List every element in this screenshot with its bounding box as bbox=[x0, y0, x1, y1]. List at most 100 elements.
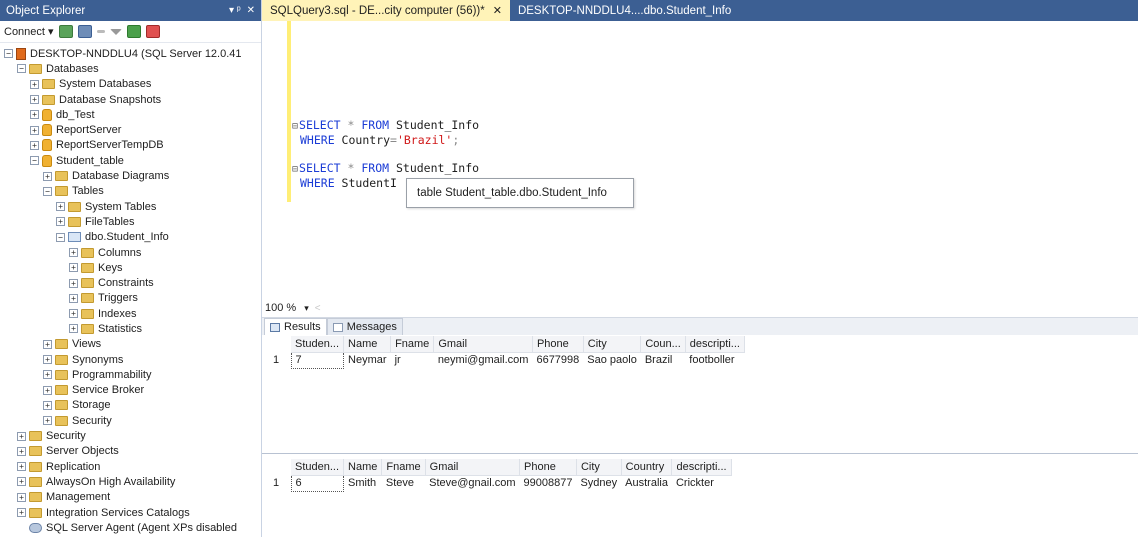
expand-icon[interactable]: + bbox=[17, 446, 26, 456]
tree-node[interactable]: + Management bbox=[0, 490, 261, 505]
expand-icon[interactable]: + bbox=[69, 278, 78, 288]
tree-node[interactable]: + Triggers bbox=[0, 291, 261, 306]
tree-node[interactable]: − DESKTOP-NNDDLU4 (SQL Server 12.0.41 bbox=[0, 46, 261, 61]
grid-cell[interactable]: 6 bbox=[290, 474, 345, 492]
column-header[interactable]: descripti... bbox=[685, 336, 745, 353]
expand-icon[interactable]: + bbox=[30, 125, 39, 135]
column-header[interactable]: Studen... bbox=[291, 336, 345, 353]
expand-icon[interactable]: + bbox=[17, 462, 26, 472]
zoom-dropdown-icon[interactable]: ▾ bbox=[304, 303, 309, 314]
column-header[interactable]: Studen... bbox=[291, 459, 345, 476]
collapse-icon[interactable]: − bbox=[43, 186, 52, 196]
grid-cell[interactable]: Brazil bbox=[641, 352, 685, 368]
tree-node[interactable]: + Programmability bbox=[0, 367, 261, 382]
tree-node[interactable]: + System Databases bbox=[0, 77, 261, 92]
column-header[interactable]: Coun... bbox=[640, 336, 686, 353]
column-header[interactable]: Fname bbox=[390, 336, 435, 353]
grid-cell[interactable]: Neymar bbox=[344, 352, 391, 368]
grid-cell[interactable]: Australia bbox=[621, 475, 672, 491]
grid-cell[interactable]: Steve@gnail.com bbox=[425, 475, 519, 491]
collapse-icon[interactable]: − bbox=[17, 64, 26, 74]
column-header[interactable]: Fname bbox=[381, 459, 426, 476]
tab-messages[interactable]: Messages bbox=[326, 318, 403, 335]
tree-node[interactable]: + AlwaysOn High Availability bbox=[0, 474, 261, 489]
table-row[interactable]: 1 7 Neymar jr neymi@gmail.com 6677998 Sa… bbox=[273, 351, 744, 369]
tab-student-info[interactable]: DESKTOP-NNDDLU4....dbo.Student_Info bbox=[510, 0, 739, 21]
tree-node[interactable]: + Security bbox=[0, 413, 261, 428]
grid-cell[interactable]: Crickter bbox=[672, 475, 731, 491]
expand-icon[interactable]: + bbox=[30, 95, 39, 105]
expand-icon[interactable]: + bbox=[43, 171, 52, 181]
tree-node[interactable]: + System Tables bbox=[0, 199, 261, 214]
stop-icon[interactable] bbox=[96, 30, 105, 33]
disconnect-icon[interactable] bbox=[77, 25, 92, 38]
expand-icon[interactable]: + bbox=[17, 477, 26, 487]
expand-icon[interactable]: + bbox=[69, 324, 78, 334]
column-header[interactable]: Gmail bbox=[433, 336, 533, 353]
tree-node[interactable]: + Storage bbox=[0, 398, 261, 413]
expand-icon[interactable]: + bbox=[30, 140, 39, 150]
expand-icon[interactable]: + bbox=[43, 385, 52, 395]
expand-icon[interactable]: + bbox=[43, 370, 52, 380]
tree-node[interactable]: + Server Objects bbox=[0, 444, 261, 459]
tree-node[interactable]: + Statistics bbox=[0, 321, 261, 336]
column-header[interactable]: Phone bbox=[532, 336, 584, 353]
tree-node[interactable]: + ReportServerTempDB bbox=[0, 138, 261, 153]
grid-cell[interactable]: 7 bbox=[290, 351, 345, 369]
grid-cell[interactable]: 6677998 bbox=[532, 352, 583, 368]
zoom-level[interactable]: 100 % bbox=[265, 302, 296, 314]
collapse-icon[interactable]: ⊟ bbox=[292, 121, 298, 132]
tree-node[interactable]: − Tables bbox=[0, 184, 261, 199]
expand-icon[interactable]: + bbox=[69, 248, 78, 257]
tree-node[interactable]: SQL Server Agent (Agent XPs disabled bbox=[0, 520, 261, 535]
collapse-icon[interactable]: − bbox=[56, 232, 65, 242]
expand-icon[interactable]: + bbox=[69, 263, 78, 273]
expand-icon[interactable]: + bbox=[43, 416, 52, 426]
grid-cell[interactable]: footboller bbox=[685, 352, 744, 368]
expand-icon[interactable]: + bbox=[17, 508, 26, 518]
table-row[interactable]: 1 6 Smith Steve Steve@gnail.com 99008877… bbox=[273, 474, 731, 492]
column-header[interactable]: Country bbox=[621, 459, 673, 476]
expand-icon[interactable]: + bbox=[30, 79, 39, 89]
close-tab-icon[interactable]: ✕ bbox=[493, 4, 502, 17]
tree-node[interactable]: + ReportServer bbox=[0, 122, 261, 137]
expand-icon[interactable]: + bbox=[69, 293, 78, 303]
collapse-icon[interactable]: − bbox=[4, 49, 13, 59]
expand-icon[interactable]: + bbox=[17, 492, 26, 502]
tree-node[interactable]: + Database Snapshots bbox=[0, 92, 261, 107]
tree-node[interactable]: + Security bbox=[0, 428, 261, 443]
tree-node[interactable]: − dbo.Student_Info bbox=[0, 230, 261, 245]
tree-node[interactable]: + db_Test bbox=[0, 107, 261, 122]
column-header[interactable]: City bbox=[583, 336, 642, 353]
tree-node[interactable]: + Synonyms bbox=[0, 352, 261, 367]
pin-icon[interactable]: ▾ ᵖ bbox=[229, 5, 241, 16]
expand-icon[interactable]: + bbox=[56, 202, 65, 212]
tree-node[interactable]: + Keys bbox=[0, 260, 261, 275]
column-header[interactable]: descripti... bbox=[671, 459, 732, 476]
tree-node[interactable]: + Views bbox=[0, 337, 261, 352]
column-header[interactable]: City bbox=[576, 459, 622, 476]
column-header[interactable]: Name bbox=[343, 459, 383, 476]
tree-node[interactable]: + Constraints bbox=[0, 275, 261, 290]
expand-icon[interactable]: + bbox=[43, 355, 52, 365]
scroll-left-icon[interactable]: < bbox=[315, 303, 321, 314]
tab-results[interactable]: Results bbox=[264, 318, 327, 335]
tree-node[interactable]: − Student_table bbox=[0, 153, 261, 168]
column-header[interactable]: Phone bbox=[519, 459, 577, 476]
expand-icon[interactable]: + bbox=[17, 431, 26, 441]
tree-node[interactable]: − Databases bbox=[0, 61, 261, 76]
expand-icon[interactable]: + bbox=[30, 110, 39, 120]
tab-sqlquery3[interactable]: SQLQuery3.sql - DE...city computer (56))… bbox=[262, 0, 510, 21]
expand-icon[interactable]: + bbox=[43, 339, 52, 349]
refresh-icon[interactable] bbox=[126, 25, 141, 38]
tree-node[interactable]: + Integration Services Catalogs bbox=[0, 505, 261, 520]
grid-cell[interactable]: Sydney bbox=[576, 475, 621, 491]
collapse-icon[interactable]: ⊟ bbox=[292, 164, 298, 175]
tree-node[interactable]: + Service Broker bbox=[0, 383, 261, 398]
expand-icon[interactable]: + bbox=[43, 400, 52, 410]
tree-node[interactable]: + Database Diagrams bbox=[0, 168, 261, 183]
query-editor[interactable]: ⊟SELECT * FROM Student_Info WHERE Countr… bbox=[262, 21, 1138, 300]
grid-cell[interactable]: jr bbox=[391, 352, 434, 368]
tree-node[interactable]: + FileTables bbox=[0, 214, 261, 229]
grid-cell[interactable]: neymi@gmail.com bbox=[434, 352, 533, 368]
